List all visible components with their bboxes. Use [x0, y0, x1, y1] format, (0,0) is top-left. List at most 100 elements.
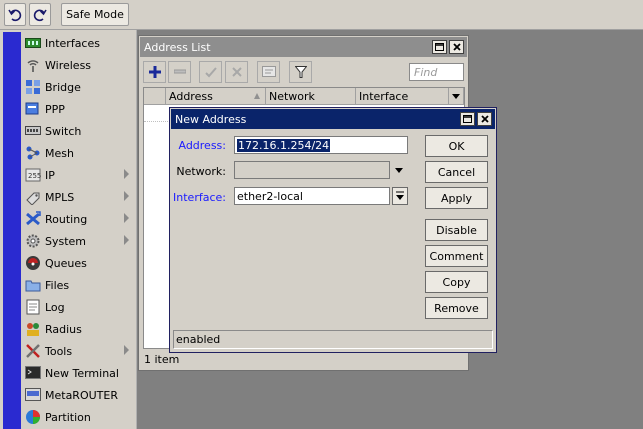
sidebar-item-ppp[interactable]: PPP	[21, 98, 137, 120]
sidebar-item-log[interactable]: Log	[21, 296, 137, 318]
mesh-icon	[25, 145, 41, 161]
sidebar-item-partition[interactable]: Partition	[21, 406, 137, 428]
remove-button[interactable]: Remove	[425, 297, 488, 319]
column-header-blank[interactable]	[144, 88, 166, 105]
sidebar-item-radius[interactable]: Radius	[21, 318, 137, 340]
new-address-window: New Address Address: 172.16.1.254/24 Net…	[169, 107, 497, 353]
interface-label: Interface:	[173, 191, 226, 204]
network-dropdown-arrow-icon[interactable]	[395, 168, 403, 173]
interface-value: ether2-local	[237, 189, 303, 203]
filter-button[interactable]	[289, 61, 312, 83]
folder-icon	[25, 277, 41, 293]
apply-button[interactable]: Apply	[425, 187, 488, 209]
sidebar-item-new-terminal[interactable]: New Terminal	[21, 362, 137, 384]
ip-icon: 255	[25, 167, 41, 183]
tools-icon	[25, 343, 41, 359]
interface-dropdown-button[interactable]	[392, 187, 408, 205]
remove-button[interactable]	[168, 61, 191, 83]
cancel-button[interactable]: Cancel	[425, 161, 488, 183]
find-input[interactable]: Find	[409, 63, 464, 81]
address-value: 172.16.1.254/24	[237, 138, 331, 152]
redo-button[interactable]	[29, 3, 51, 26]
sidebar-strip	[0, 30, 21, 429]
maximize-button[interactable]	[432, 40, 447, 54]
column-chooser-button[interactable]	[449, 88, 464, 105]
address-list-status: 1 item	[144, 353, 180, 366]
safe-mode-button[interactable]: Safe Mode	[61, 3, 129, 26]
sidebar-item-wireless[interactable]: Wireless	[21, 54, 137, 76]
terminal-icon	[25, 365, 41, 381]
address-list-titlebar[interactable]: Address List	[140, 37, 467, 57]
sidebar-item-mpls[interactable]: MPLS	[21, 186, 137, 208]
submenu-arrow-icon	[124, 345, 129, 355]
add-button[interactable]	[143, 61, 166, 83]
comment-icon	[261, 66, 276, 77]
plus-icon	[148, 66, 161, 78]
partition-icon	[25, 409, 41, 425]
maximize-button[interactable]	[460, 112, 475, 126]
new-address-titlebar[interactable]: New Address	[171, 109, 495, 129]
cross-icon	[231, 67, 242, 77]
ok-button[interactable]: OK	[425, 135, 488, 157]
new-address-title: New Address	[175, 112, 247, 126]
metarouter-icon	[25, 387, 41, 403]
column-header-interface[interactable]: Interface	[356, 88, 449, 105]
radius-icon	[25, 321, 41, 337]
sidebar-item-tools[interactable]: Tools	[21, 340, 137, 362]
new-address-status: enabled	[173, 330, 493, 349]
mpls-icon	[25, 189, 41, 205]
enable-button[interactable]	[199, 61, 222, 83]
sidebar-item-mesh[interactable]: Mesh	[21, 142, 137, 164]
svg-text:255: 255	[28, 172, 41, 180]
gear-icon	[25, 233, 41, 249]
close-button[interactable]	[477, 112, 492, 126]
network-label: Network:	[176, 165, 226, 178]
column-header-network[interactable]: Network	[266, 88, 356, 105]
interface-select[interactable]: ether2-local	[234, 187, 390, 205]
submenu-arrow-icon	[124, 235, 129, 245]
wireless-icon	[25, 57, 41, 73]
minus-icon	[173, 69, 186, 74]
sidebar-item-ip[interactable]: 255 IP	[21, 164, 137, 186]
sort-ascending-icon	[254, 93, 260, 99]
close-icon	[452, 43, 461, 51]
bridge-icon	[25, 79, 41, 95]
sidebar-item-queues[interactable]: Queues	[21, 252, 137, 274]
address-label: Address:	[178, 139, 226, 152]
interfaces-icon	[25, 35, 41, 51]
column-header-address[interactable]: Address	[166, 88, 266, 105]
ppp-icon	[25, 101, 41, 117]
chevron-down-icon	[396, 191, 404, 200]
sidebar-item-routing[interactable]: Routing	[21, 208, 137, 230]
filter-icon	[294, 66, 307, 78]
switch-icon	[25, 123, 41, 139]
network-field[interactable]	[234, 161, 390, 179]
comment-button[interactable]: Comment	[425, 245, 488, 267]
address-field[interactable]: 172.16.1.254/24	[234, 136, 408, 154]
close-button[interactable]	[449, 40, 464, 54]
sidebar-item-switch[interactable]: Switch	[21, 120, 137, 142]
disable-button[interactable]	[225, 61, 248, 83]
log-icon	[25, 299, 41, 315]
chevron-down-icon	[452, 93, 460, 99]
sidebar-item-interfaces[interactable]: Interfaces	[21, 32, 137, 54]
close-icon	[480, 115, 489, 123]
maximize-icon	[463, 115, 472, 123]
sidebar-item-files[interactable]: Files	[21, 274, 137, 296]
submenu-arrow-icon	[124, 191, 129, 201]
undo-button[interactable]	[4, 3, 26, 26]
sidebar-item-bridge[interactable]: Bridge	[21, 76, 137, 98]
sidebar-item-metarouter[interactable]: MetaROUTER	[21, 384, 137, 406]
disable-button[interactable]: Disable	[425, 219, 488, 241]
routing-icon	[25, 211, 41, 227]
maximize-icon	[435, 43, 444, 51]
copy-button[interactable]: Copy	[425, 271, 488, 293]
undo-icon	[8, 9, 22, 21]
sidebar-item-system[interactable]: System	[21, 230, 137, 252]
comment-button[interactable]	[257, 61, 280, 83]
check-icon	[204, 67, 217, 78]
redo-icon	[33, 9, 47, 21]
address-list-title: Address List	[144, 40, 211, 54]
submenu-arrow-icon	[124, 169, 129, 179]
queues-icon	[25, 255, 41, 271]
